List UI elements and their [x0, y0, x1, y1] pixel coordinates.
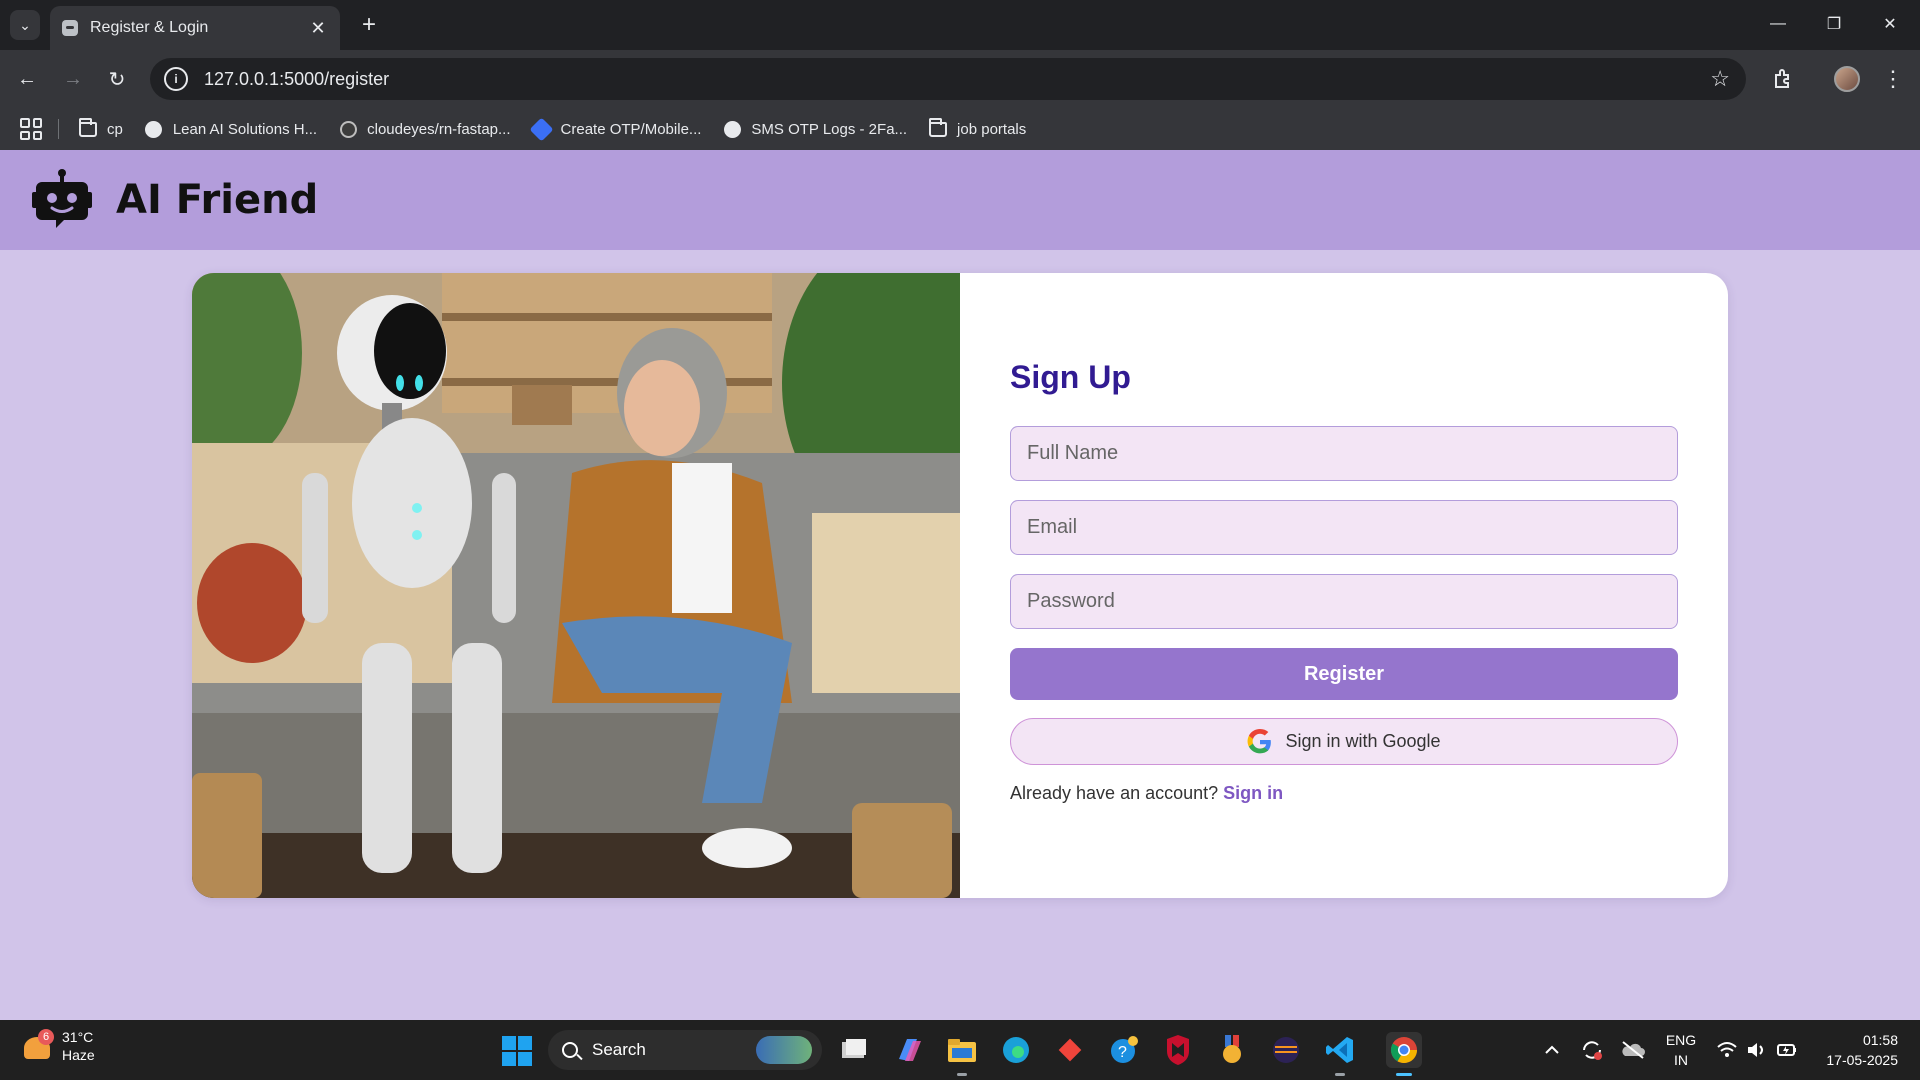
bookmark-create-otp[interactable]: Create OTP/Mobile...	[529, 116, 702, 142]
anydesk-icon[interactable]	[1052, 1032, 1088, 1068]
search-icon	[562, 1042, 578, 1058]
clock-time: 01:58	[1862, 1032, 1898, 1048]
hero-image-robot-and-woman	[192, 273, 960, 898]
taskbar-search-box[interactable]: Search	[548, 1030, 822, 1070]
minimize-icon[interactable]: —	[1758, 8, 1798, 40]
bookmark-label: cp	[107, 120, 123, 138]
form-title: Sign Up	[1010, 359, 1131, 395]
kebab-menu-icon[interactable]: ⋮	[1878, 62, 1908, 96]
language-line2: IN	[1674, 1052, 1688, 1068]
tab-title: Register & Login	[90, 19, 209, 36]
bookmark-cp[interactable]: cp	[79, 117, 123, 138]
already-account-text: Already have an account?	[1010, 783, 1219, 803]
new-tab-plus-icon[interactable]: +	[354, 10, 384, 40]
folder-icon	[79, 117, 97, 138]
extensions-puzzle-icon[interactable]	[1766, 62, 1800, 96]
taskbar-search-label: Search	[592, 1040, 646, 1059]
signup-form-panel: Sign Up Register Sign in with Google Alr…	[960, 273, 1728, 898]
medal-app-icon[interactable]	[1214, 1032, 1250, 1068]
bookmark-label: cloudeyes/rn-fastap...	[367, 120, 511, 138]
auth-card: Sign Up Register Sign in with Google Alr…	[192, 273, 1728, 898]
language-line1: ENG	[1665, 1032, 1697, 1048]
battery-icon[interactable]	[1776, 1020, 1798, 1080]
address-bar[interactable]: i 127.0.0.1:5000/register ☆	[150, 58, 1746, 100]
globe-icon	[145, 120, 163, 138]
tab-favicon-icon	[62, 20, 78, 36]
google-signin-button[interactable]: Sign in with Google	[1010, 718, 1678, 765]
browser-tab-active[interactable]: Register & Login ✕	[50, 6, 340, 50]
folder-icon	[929, 117, 948, 138]
browser-toolbar: ← → ↻ i 127.0.0.1:5000/register ☆ ⋮	[0, 50, 1920, 108]
site-info-icon[interactable]: i	[164, 67, 188, 91]
weather-badge: 6	[38, 1029, 54, 1045]
onedrive-offline-icon[interactable]	[1620, 1020, 1646, 1080]
volume-icon[interactable]	[1746, 1020, 1768, 1080]
google-signin-label: Sign in with Google	[1285, 731, 1441, 751]
bookmark-label: Lean AI Solutions H...	[172, 120, 318, 138]
globe-icon	[723, 120, 741, 138]
bookmark-label: job portals	[957, 120, 1027, 138]
robot-icon	[32, 169, 92, 228]
bookmark-label: Create OTP/Mobile...	[560, 120, 702, 138]
task-view-icon[interactable]	[836, 1032, 872, 1068]
signin-prompt: Already have an account? Sign in	[1010, 783, 1678, 804]
svg-text:?: ?	[1118, 1044, 1127, 1061]
windows-taskbar: 6 31°C Haze Search ? ENG IN 01:58 17-05-…	[0, 1020, 1920, 1080]
weather-haze-icon: 6	[22, 1029, 54, 1061]
search-highlight-art	[756, 1036, 812, 1064]
signin-link[interactable]: Sign in	[1223, 783, 1283, 803]
weather-widget[interactable]: 6 31°C Haze	[22, 1028, 95, 1064]
sync-icon[interactable]	[1580, 1020, 1604, 1080]
bookmark-job-portals[interactable]: job portals	[929, 117, 1027, 138]
vscode-icon[interactable]	[1322, 1032, 1358, 1076]
wifi-icon[interactable]	[1716, 1020, 1738, 1080]
file-explorer-icon[interactable]	[944, 1032, 980, 1076]
brand-name: AI Friend	[116, 177, 319, 223]
tab-close-icon[interactable]: ✕	[308, 18, 328, 39]
edge-browser-icon[interactable]	[998, 1032, 1034, 1068]
windows-start-icon[interactable]	[502, 1036, 532, 1066]
bookmark-label: SMS OTP Logs - 2Fa...	[751, 120, 908, 138]
bookmarks-separator	[58, 119, 59, 139]
bookmark-lean-ai[interactable]: Lean AI Solutions H...	[145, 120, 317, 138]
browser-tab-bar: ⌄ Register & Login ✕ + — ❐ ✕	[0, 0, 1920, 50]
back-arrow-icon[interactable]: ←	[10, 62, 44, 96]
weather-temp: 31°C	[62, 1029, 94, 1045]
eclipse-ide-icon[interactable]	[1268, 1032, 1304, 1068]
email-input[interactable]	[1010, 500, 1678, 555]
apps-grid-icon[interactable]	[20, 118, 42, 140]
weather-condition: Haze	[62, 1047, 95, 1063]
restore-icon[interactable]: ❐	[1814, 8, 1854, 40]
otp-app-icon	[529, 116, 554, 142]
input-language-indicator[interactable]: ENG IN	[1664, 1030, 1698, 1070]
forward-arrow-icon[interactable]: →	[56, 62, 90, 96]
site-header: AI Friend	[0, 150, 1920, 250]
system-clock[interactable]: 01:58 17-05-2025	[1812, 1030, 1898, 1070]
show-hidden-icons-chevron-icon[interactable]	[1542, 1020, 1562, 1080]
copilot-icon[interactable]	[890, 1032, 926, 1068]
bookmarks-bar: cp Lean AI Solutions H... cloudeyes/rn-f…	[0, 108, 1920, 150]
window-close-icon[interactable]: ✕	[1870, 8, 1910, 40]
google-g-icon	[1247, 728, 1272, 753]
bookmark-cloudeyes[interactable]: cloudeyes/rn-fastap...	[339, 120, 511, 138]
github-icon	[339, 120, 357, 138]
help-icon[interactable]: ?	[1106, 1032, 1142, 1068]
tab-search-chevron-icon[interactable]: ⌄	[10, 10, 40, 40]
full-name-input[interactable]	[1010, 426, 1678, 481]
url-text[interactable]: 127.0.0.1:5000/register	[204, 69, 1710, 90]
mcafee-shield-icon[interactable]	[1160, 1032, 1196, 1068]
register-button[interactable]: Register	[1010, 648, 1678, 700]
bookmark-star-icon[interactable]: ☆	[1710, 66, 1730, 92]
bookmark-sms-otp[interactable]: SMS OTP Logs - 2Fa...	[723, 120, 907, 138]
profile-avatar[interactable]	[1834, 66, 1860, 92]
page-viewport: AI Friend Sign Up Full Name Email Regist…	[0, 150, 1920, 1020]
reload-icon[interactable]: ↻	[100, 62, 134, 96]
chrome-icon[interactable]	[1386, 1032, 1422, 1076]
clock-date: 17-05-2025	[1826, 1052, 1898, 1068]
password-input[interactable]	[1010, 574, 1678, 629]
